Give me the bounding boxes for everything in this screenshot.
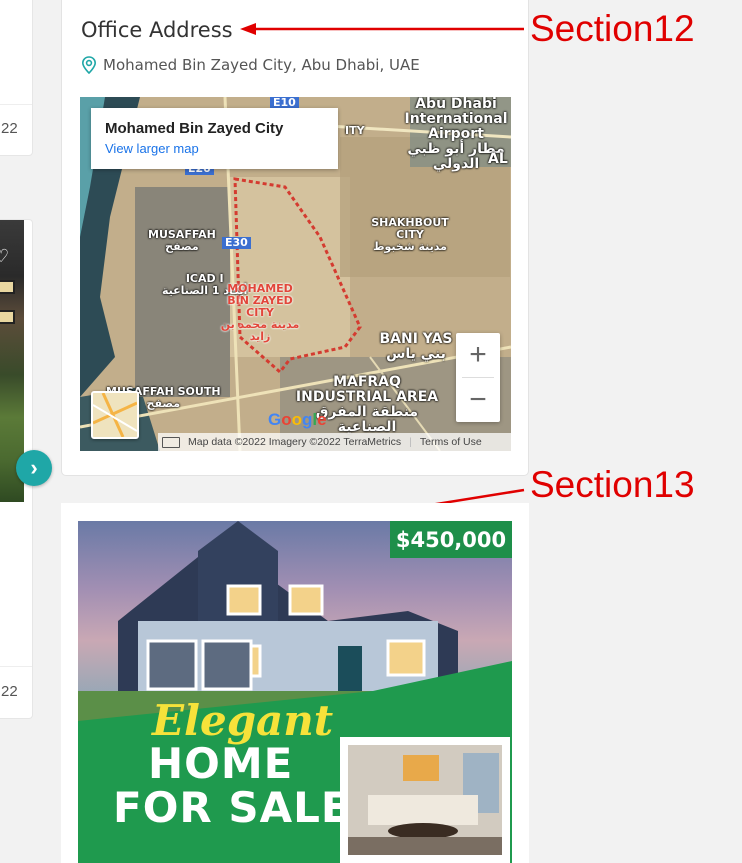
page: 22 ♡ 22 › Office Address Mohamed Bin Zay… [0, 0, 742, 863]
price-badge: $450,000 [390, 521, 512, 558]
ad-headline-for-sale: FOR SALE [113, 783, 351, 832]
interior-photo [348, 745, 502, 855]
interior-photo-inset [340, 737, 510, 863]
ad-banner[interactable]: $450,000 Elegant HOME FOR SALE [61, 503, 529, 863]
annotation-arrowhead-section12 [240, 23, 256, 35]
ad-headline-home: HOME [148, 739, 294, 788]
annotation-label-section12: Section12 [530, 8, 695, 49]
ad-banner-image[interactable]: $450,000 Elegant HOME FOR SALE [78, 521, 512, 863]
living-room-illustration [348, 745, 502, 855]
annotation-label-section13: Section13 [530, 464, 695, 505]
ad-headline-elegant: Elegant [152, 696, 334, 745]
